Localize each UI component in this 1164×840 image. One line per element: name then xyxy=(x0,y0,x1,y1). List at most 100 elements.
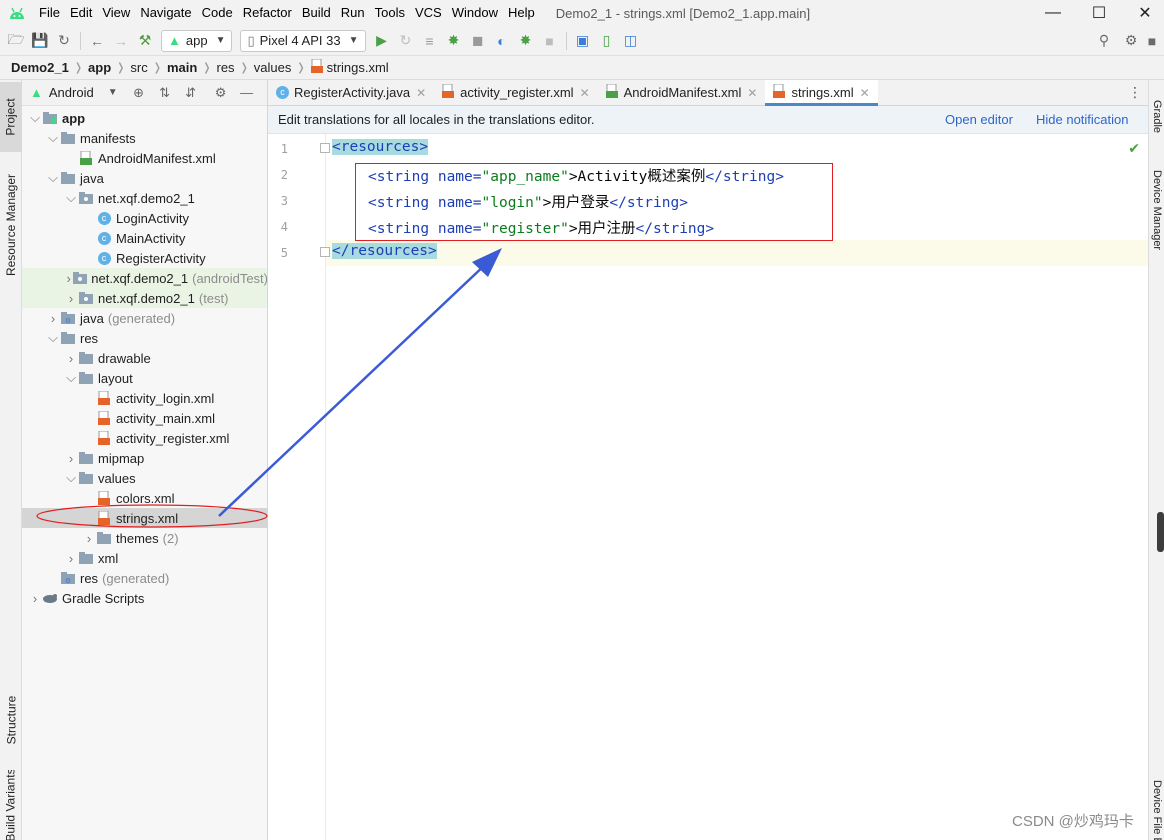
open-folder-icon[interactable]: 🗁 xyxy=(4,29,28,53)
search-icon[interactable]: ⚲ xyxy=(1092,29,1116,53)
sdk-manager-icon[interactable]: ◫ xyxy=(619,29,643,53)
structure-tab[interactable]: Structure xyxy=(0,680,22,760)
tree-item[interactable]: activity_register.xml xyxy=(22,428,267,448)
menu-vcs[interactable]: VCS xyxy=(410,0,447,26)
attach-debugger-icon[interactable]: ◼ xyxy=(466,29,490,53)
fold-marker-icon[interactable] xyxy=(320,247,330,257)
breadcrumb-res[interactable]: res xyxy=(214,60,238,75)
tree-item[interactable]: activity_main.xml xyxy=(22,408,267,428)
profile-icon[interactable]: ◐ xyxy=(490,29,514,53)
tree-item[interactable]: › drawable xyxy=(22,348,267,368)
breadcrumb-values[interactable]: values xyxy=(251,60,295,75)
tree-item[interactable]: › xml xyxy=(22,548,267,568)
back-arrow-icon[interactable]: ← xyxy=(85,29,109,53)
chevron-right-icon[interactable]: › xyxy=(64,291,78,306)
tree-item[interactable]: colors.xml xyxy=(22,488,267,508)
apply-changes-icon[interactable]: ↻ xyxy=(394,29,418,53)
tree-item[interactable]: ⌵ manifests xyxy=(22,128,267,148)
tab-activity-register[interactable]: activity_register.xml ✕ xyxy=(434,80,597,105)
breadcrumb-project[interactable]: Demo2_1 xyxy=(8,60,72,75)
menu-edit[interactable]: Edit xyxy=(65,0,97,26)
chevron-down-icon[interactable]: ⌵ xyxy=(64,370,78,386)
minimize-icon[interactable]: — xyxy=(1030,0,1076,26)
tree-item[interactable]: › ⚙ java (generated) xyxy=(22,308,267,328)
close-icon[interactable]: ✕ xyxy=(580,86,590,100)
menu-file[interactable]: File xyxy=(34,0,65,26)
save-all-icon[interactable]: 💾 xyxy=(28,29,52,53)
project-tool-tab[interactable]: Project xyxy=(0,82,22,152)
chevron-down-icon[interactable]: ⌵ xyxy=(46,330,60,346)
chevron-right-icon[interactable]: › xyxy=(82,531,96,546)
breadcrumb-main[interactable]: main xyxy=(164,60,200,75)
tree-item[interactable]: ⌵ values xyxy=(22,468,267,488)
chevron-down-icon[interactable]: ⌵ xyxy=(46,170,60,186)
chevron-right-icon[interactable]: › xyxy=(64,551,78,566)
breadcrumb-file[interactable]: strings.xml xyxy=(324,60,392,75)
forward-arrow-icon[interactable]: → xyxy=(109,29,133,53)
tab-register-activity[interactable]: c RegisterActivity.java ✕ xyxy=(268,80,434,105)
maximize-icon[interactable]: ☐ xyxy=(1076,0,1122,26)
tree-item[interactable]: ⌵ app xyxy=(22,108,267,128)
menu-tools[interactable]: Tools xyxy=(370,0,410,26)
chevron-down-icon[interactable]: ⌵ xyxy=(64,190,78,206)
menu-window[interactable]: Window xyxy=(447,0,503,26)
chevron-right-icon[interactable]: › xyxy=(28,591,42,606)
close-window-icon[interactable]: ✕ xyxy=(1122,0,1164,26)
menu-refactor[interactable]: Refactor xyxy=(238,0,297,26)
tree-item[interactable]: c LoginActivity xyxy=(22,208,267,228)
menu-view[interactable]: View xyxy=(97,0,135,26)
tree-item[interactable]: strings.xml xyxy=(22,508,267,528)
tree-item[interactable]: › net.xqf.demo2_1 (test) xyxy=(22,288,267,308)
attach-process-icon[interactable]: ✸ xyxy=(514,29,538,53)
tree-item[interactable]: ⌵ net.xqf.demo2_1 xyxy=(22,188,267,208)
menu-navigate[interactable]: Navigate xyxy=(135,0,196,26)
close-icon[interactable]: ✕ xyxy=(416,86,426,100)
tree-item[interactable]: activity_login.xml xyxy=(22,388,267,408)
hide-notification-link[interactable]: Hide notification xyxy=(1036,112,1129,127)
sync-icon[interactable]: ↻ xyxy=(52,29,76,53)
tab-android-manifest[interactable]: AndroidManifest.xml ✕ xyxy=(598,80,766,105)
device-manager-icon[interactable]: ▯ xyxy=(595,29,619,53)
chevron-right-icon[interactable]: › xyxy=(64,451,78,466)
tree-item[interactable]: › themes (2) xyxy=(22,528,267,548)
chevron-down-icon[interactable]: ⌵ xyxy=(28,110,42,126)
resource-manager-tab[interactable]: Resource Manager xyxy=(0,160,22,290)
more-options-icon[interactable]: ⋮ xyxy=(1128,84,1142,101)
close-icon[interactable]: ✕ xyxy=(860,86,870,100)
make-project-hammer-icon[interactable]: ⚒ xyxy=(133,29,157,53)
build-variants-tab[interactable]: Build Variants xyxy=(0,770,22,840)
run-icon[interactable]: ▶ xyxy=(370,29,394,53)
menu-code[interactable]: Code xyxy=(197,0,238,26)
device-file-explorer-tab[interactable]: Device File Explorer xyxy=(1149,780,1164,840)
device-select[interactable]: ▯ Pixel 4 API 33 ▼ xyxy=(240,29,366,52)
menu-help[interactable]: Help xyxy=(503,0,540,26)
tab-strings-xml[interactable]: strings.xml ✕ xyxy=(765,80,878,106)
open-editor-link[interactable]: Open editor xyxy=(945,112,1013,127)
chevron-down-icon[interactable]: ⌵ xyxy=(46,130,60,146)
tree-item[interactable]: › mipmap xyxy=(22,448,267,468)
chevron-right-icon[interactable]: › xyxy=(46,311,60,326)
chevron-right-icon[interactable]: › xyxy=(64,271,73,286)
debug-icon[interactable]: ✸ xyxy=(442,29,466,53)
breadcrumb-app[interactable]: app xyxy=(85,60,114,75)
device-manager-tab[interactable]: Device Manager xyxy=(1149,170,1164,280)
tree-item[interactable]: AndroidManifest.xml xyxy=(22,148,267,168)
stop-icon[interactable]: ■ xyxy=(538,29,562,53)
tree-item[interactable]: › net.xqf.demo2_1 (androidTest) xyxy=(22,268,267,288)
tree-item[interactable]: › Gradle Scripts xyxy=(22,588,267,608)
tree-item[interactable]: ⌵ res xyxy=(22,328,267,348)
device-mirror-icon[interactable]: ▣ xyxy=(571,29,595,53)
tree-item[interactable]: ⌵ java xyxy=(22,168,267,188)
tree-item[interactable]: ⌵ layout xyxy=(22,368,267,388)
tree-item[interactable]: ⚙ res (generated) xyxy=(22,568,267,588)
breadcrumb-src[interactable]: src xyxy=(127,60,150,75)
tree-item[interactable]: c RegisterActivity xyxy=(22,248,267,268)
menu-run[interactable]: Run xyxy=(336,0,370,26)
tree-item[interactable]: c MainActivity xyxy=(22,228,267,248)
fold-marker-icon[interactable] xyxy=(320,143,330,153)
scrollbar-thumb[interactable] xyxy=(1157,512,1164,552)
chevron-down-icon[interactable]: ⌵ xyxy=(64,470,78,486)
menu-build[interactable]: Build xyxy=(297,0,336,26)
chevron-right-icon[interactable]: › xyxy=(64,351,78,366)
gradle-tab[interactable]: Gradle xyxy=(1149,100,1164,150)
